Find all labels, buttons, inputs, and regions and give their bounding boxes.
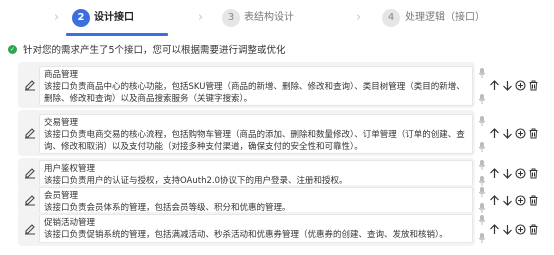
step-number-2[interactable]: 2 [72,9,90,27]
edit-icon[interactable] [24,127,36,139]
interface-row: 交易管理 该接口负责电商交易的核心流程，包括购物车管理（商品的添加、删除和数量修… [0,110,554,156]
chevron-right-icon: › [54,10,60,25]
trash-icon[interactable] [527,167,540,180]
edit-icon[interactable] [24,167,36,179]
trash-icon[interactable] [527,127,540,140]
interface-card: 促销活动管理 该接口负责促销系统的管理，包括满减活动、秒杀活动和优惠券管理（优惠… [18,212,475,246]
success-notice: ✓ 针对您的需求产生了5个接口，您可以根据需要进行调整或优化 [8,42,286,56]
interface-title[interactable]: 促销活动管理 [44,217,468,229]
row-actions [488,79,540,92]
interface-card: 会员管理 该接口负责会员体系的管理，包括会员等级、积分和优惠的管理。 [18,185,475,215]
interface-row: 用户鉴权管理 该接口负责用户的认证与授权，支持OAuth2.0协议下的用户登录、… [0,158,554,188]
plus-circle-icon[interactable] [514,194,527,207]
edit-icon[interactable] [24,223,36,235]
stepper: › 2 设计接口 › 3 表结构设计 › 4 处理逻辑（接口） [0,0,554,38]
microphone-icon[interactable] [477,67,487,79]
edit-icon[interactable] [24,79,36,91]
microphone-icon[interactable] [477,186,487,198]
arrow-up-icon[interactable] [488,194,501,207]
plus-circle-icon[interactable] [514,127,527,140]
interface-title[interactable]: 会员管理 [44,190,468,202]
interface-field[interactable]: 交易管理 该接口负责电商交易的核心流程，包括购物车管理（商品的添加、删除和数量修… [39,114,473,154]
interface-row: 促销活动管理 该接口负责促销系统的管理，包括满减活动、秒杀活动和优惠券管理（优惠… [0,212,554,246]
arrow-down-icon[interactable] [501,167,514,180]
interface-title[interactable]: 商品管理 [44,69,468,81]
interface-row: 商品管理 该接口负责商品中心的核心功能，包括SKU管理（商品的新增、删除、修改和… [0,62,554,108]
chevron-right-icon: › [356,10,362,25]
arrow-down-icon[interactable] [501,223,514,236]
row-actions [488,167,540,180]
arrow-up-icon[interactable] [488,223,501,236]
interface-row: 会员管理 该接口负责会员体系的管理，包括会员等级、积分和优惠的管理。 [0,185,554,215]
step-label-design-interface[interactable]: 设计接口 [94,11,134,25]
interface-field[interactable]: 促销活动管理 该接口负责促销系统的管理，包括满减活动、秒杀活动和优惠券管理（优惠… [39,214,473,243]
trash-icon[interactable] [527,194,540,207]
step-label-table-design[interactable]: 表结构设计 [244,11,294,25]
interface-description[interactable]: 该接口负责电商交易的核心流程，包括购物车管理（商品的添加、删除和数量修改）、订单… [44,129,468,153]
interface-card: 商品管理 该接口负责商品中心的核心功能，包括SKU管理（商品的新增、删除、修改和… [18,62,475,108]
microphone-icon[interactable] [477,93,487,105]
trash-icon[interactable] [527,223,540,236]
interface-field[interactable]: 会员管理 该接口负责会员体系的管理，包括会员等级、积分和优惠的管理。 [39,187,473,214]
microphone-icon[interactable] [477,232,487,244]
step-label-processing-logic[interactable]: 处理逻辑（接口） [405,11,485,25]
arrow-up-icon[interactable] [488,79,501,92]
trash-icon[interactable] [527,79,540,92]
step-number-3[interactable]: 3 [222,9,240,27]
microphone-icon[interactable] [477,141,487,153]
plus-circle-icon[interactable] [514,223,527,236]
notice-text: 针对您的需求产生了5个接口，您可以根据需要进行调整或优化 [23,45,286,56]
interface-card: 用户鉴权管理 该接口负责用户的认证与授权，支持OAuth2.0协议下的用户登录、… [18,158,475,188]
interface-description[interactable]: 该接口负责商品中心的核心功能，包括SKU管理（商品的新增、删除、修改和查询）、类… [44,81,468,105]
microphone-icon[interactable] [477,159,487,171]
arrow-down-icon[interactable] [501,79,514,92]
arrow-down-icon[interactable] [501,194,514,207]
row-actions [488,194,540,207]
interface-field[interactable]: 商品管理 该接口负责商品中心的核心功能，包括SKU管理（商品的新增、删除、修改和… [39,66,473,106]
check-circle-icon: ✓ [8,44,17,54]
arrow-up-icon[interactable] [488,127,501,140]
microphone-icon[interactable] [477,214,487,226]
microphone-icon[interactable] [477,115,487,127]
arrow-down-icon[interactable] [501,127,514,140]
active-step-indicator [66,33,168,36]
interface-title[interactable]: 用户鉴权管理 [44,163,468,175]
step-number-4[interactable]: 4 [382,9,400,27]
interface-field[interactable]: 用户鉴权管理 该接口负责用户的认证与授权，支持OAuth2.0协议下的用户登录、… [39,160,473,187]
interface-title[interactable]: 交易管理 [44,117,468,129]
plus-circle-icon[interactable] [514,79,527,92]
chevron-right-icon: › [198,10,204,25]
arrow-up-icon[interactable] [488,167,501,180]
row-actions [488,127,540,140]
row-actions [488,223,540,236]
edit-icon[interactable] [24,194,36,206]
interface-description[interactable]: 该接口负责促销系统的管理，包括满减活动、秒杀活动和优惠券管理（优惠券的创建、查询… [44,229,468,241]
plus-circle-icon[interactable] [514,167,527,180]
interface-card: 交易管理 该接口负责电商交易的核心流程，包括购物车管理（商品的添加、删除和数量修… [18,110,475,156]
